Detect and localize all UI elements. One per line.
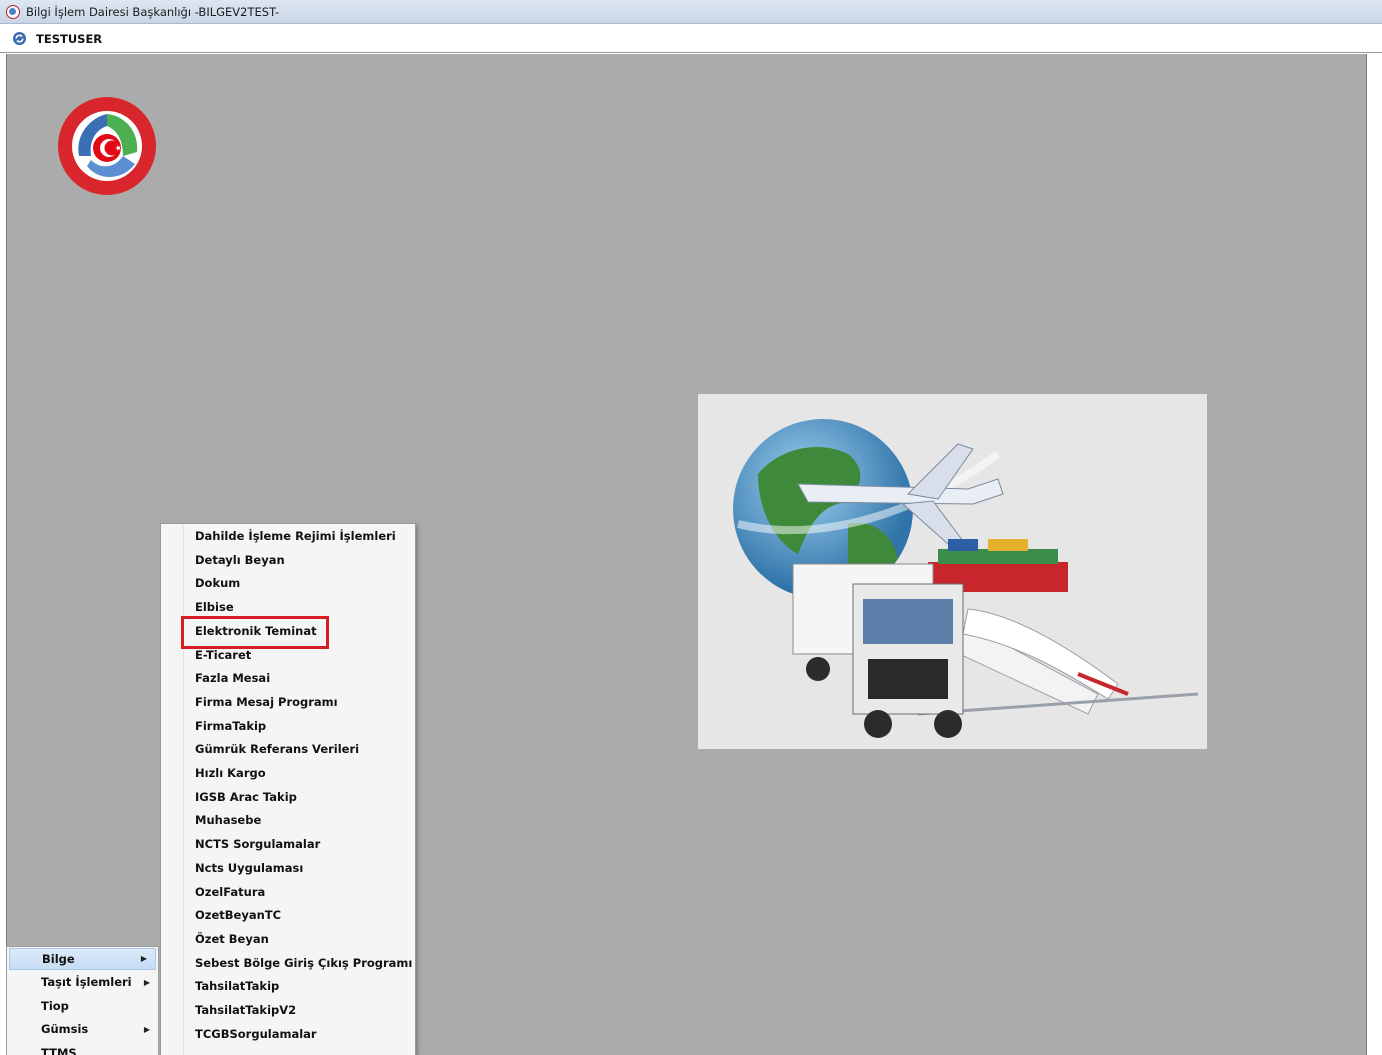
window-titlebar: Bilgi İşlem Dairesi Başkanlığı -BILGEV2T… [0,0,1382,24]
menubar: TESTUSER [0,25,1382,53]
submenu-item[interactable]: Gümrük Referans Verileri [195,738,359,762]
submenu-arrow-icon: ▶ [140,954,147,963]
submenu-item[interactable]: IGSB Arac Takip [195,786,297,810]
submenu-item[interactable]: Özet Beyan [195,928,269,952]
annotation-highlight-box [181,616,329,649]
submenu-item[interactable]: NCTS Sorgulamalar [195,833,320,857]
menu-item-tasit-islemleri[interactable]: Taşıt İşlemleri ▶ [7,971,158,995]
window-title: Bilgi İşlem Dairesi Başkanlığı -BILGEV2T… [26,4,280,19]
menu-item-label: Taşıt İşlemleri [41,975,132,989]
submenu-arrow-icon: ▶ [143,1025,150,1035]
start-menu: Bilge ▶ Taşıt İşlemleri ▶ Tiop Gümsis ▶ … [6,946,159,1055]
menu-item-label: Bilge [42,952,75,966]
submenu-item[interactable]: Detaylı Beyan [195,549,285,573]
app-icon [6,4,20,19]
submenu-item[interactable]: Sebest Bölge Giriş Çıkış Programı [195,952,412,976]
menu-item-gumsis[interactable]: Gümsis ▶ [7,1018,158,1042]
submenu-item[interactable]: FirmaTakip [195,715,266,739]
right-frame [1367,54,1382,1055]
menu-item-tiop[interactable]: Tiop [7,995,158,1019]
submenu-item[interactable]: Dahilde İşleme Rejimi İşlemleri [195,525,396,549]
menu-item-bilge[interactable]: Bilge ▶ [9,948,156,970]
submenu-item[interactable]: Muhasebe [195,809,261,833]
submenu-item[interactable]: OzelFatura [195,881,265,905]
submenu-item[interactable]: TahsilatTakipV2 [195,999,296,1023]
menu-item-label: Gümsis [41,1022,89,1037]
user-name[interactable]: TESTUSER [36,32,102,46]
refresh-user-icon[interactable] [12,31,27,46]
submenu-item[interactable]: Ncts Uygulaması [195,857,303,881]
menu-item-label: Tiop [41,998,69,1013]
menu-item-label: TTMS [41,1045,77,1055]
submenu-item[interactable]: Hızlı Kargo [195,762,266,786]
submenu-item[interactable]: TahsilatTakip [195,975,279,999]
bilge-submenu: Dahilde İşleme Rejimi İşlemleri Detaylı … [160,523,416,1055]
hero-illustration [698,394,1207,749]
submenu-arrow-icon: ▶ [143,978,150,987]
logistics-illustration-icon [698,394,1207,749]
submenu-item[interactable]: Dokum [195,572,240,596]
menu-item-ttms[interactable]: TTMS [7,1042,158,1055]
submenu-item[interactable]: Firma Mesaj Programı [195,691,338,715]
menu-gutter [183,526,184,1055]
submenu-item[interactable]: TCGBSorgulamalar [195,1023,317,1047]
submenu-item[interactable]: OzetBeyanTC [195,904,281,928]
submenu-item[interactable]: Fazla Mesai [195,667,270,691]
ministry-logo [58,97,156,195]
